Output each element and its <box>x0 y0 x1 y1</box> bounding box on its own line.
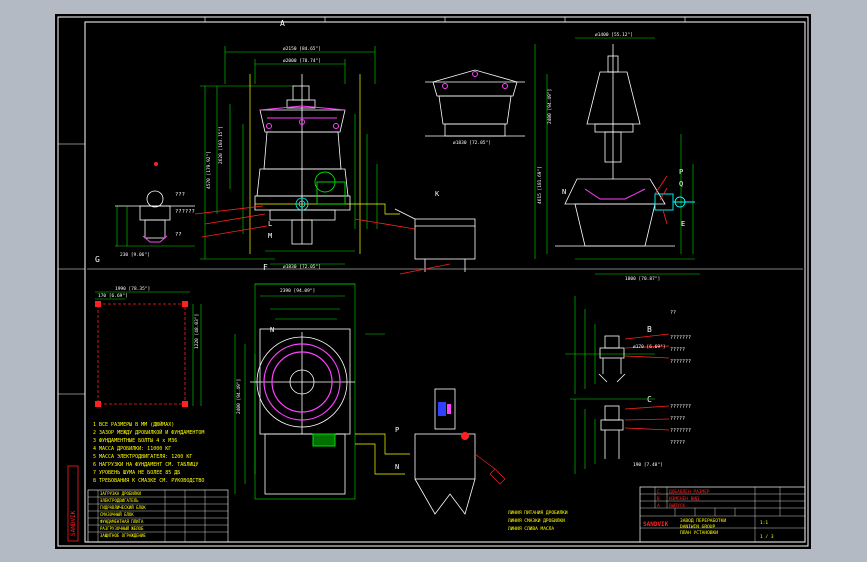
zone-letter-k: K <box>435 190 440 198</box>
dim-left-plan-small: 170 [6.69"] <box>98 293 128 299</box>
callout-q11: ??????? <box>670 428 691 434</box>
zone-letter-a: A <box>280 19 285 28</box>
foundation-plan-view: 1990 [78.35"] 170 [6.69"] 1220 [48.03"] <box>95 286 202 407</box>
parts-table: ЗАГРУЗКА ДРОБИЛКИ ЭЛЕКТРОДВИГАТЕЛЬ ГИДРА… <box>87 489 229 543</box>
zone-letter-m: M <box>268 232 272 240</box>
crusher-elevation-view: ø2150 [84.65"] ø2000 [78.74"] 4570 [179.… <box>175 46 416 270</box>
rev-1-id: C <box>657 489 660 495</box>
note-6: 6 НАГРУЗКИ НА ФУНДАМЕНТ СМ. ТАБЛИЦУ <box>93 462 198 468</box>
callout-q1: ??? <box>175 192 185 198</box>
general-notes: 1 ВСЕ РАЗМЕРЫ В ММ (ДЮЙМАХ) 2 ЗАЗОР МЕЖД… <box>93 421 204 484</box>
callout-q9: ??????? <box>670 404 691 410</box>
rev-3-text: ВЫПУСК <box>669 503 686 509</box>
table-row-2: ЭЛЕКТРОДВИГАТЕЛЬ <box>100 498 139 503</box>
note-4: 4 МАССА ДРОБИЛКИ: 11000 КГ <box>93 446 171 452</box>
detail-view-b: ?? ??????? ????? ??????? ø170 [6.69"] <box>565 296 691 394</box>
title-sheet-number: 1 / 3 <box>760 534 774 540</box>
zone-letter-e: E <box>681 220 685 228</box>
zone-ticks <box>58 17 686 395</box>
title-line-2: DANIWIN GROUP <box>680 524 716 530</box>
zone-letter-n2: N <box>270 326 274 334</box>
drawing-canvas: SANDVIK A B C G F K L M N P Q E N P N ø2… <box>57 16 809 547</box>
dim-height-mid: 2620 [103.15"] <box>218 126 224 164</box>
table-row-3: ГИДРАВЛИЧЕСКИЙ БЛОК <box>100 505 146 510</box>
callout-q7: ????? <box>670 347 685 353</box>
lube-unit-plan-view <box>414 388 506 515</box>
note-2: 2 ЗАЗОР МЕЖДУ ДРОБИЛКОЙ И ФУНДАМЕНТОМ <box>93 429 204 436</box>
dim-detail-c: 190 [7.48"] <box>633 462 663 468</box>
table-row-5: ФУНДАМЕНТНАЯ ПЛИТА <box>100 519 144 524</box>
dim-bottom-width: ø1830 [72.05"] <box>283 264 321 270</box>
dim-sidebar-small: 1220 [48.03"] <box>194 314 200 349</box>
zone-letter-l: L <box>268 220 272 228</box>
line-labels: ЛИНИЯ ПИТАНИЯ ДРОБИЛКИ ЛИНИЯ СМАЗКИ ДРОБ… <box>508 510 568 532</box>
dim-plan-width: 2390 [94.09"] <box>280 288 315 294</box>
zone-letter-f: F <box>263 263 268 272</box>
callout-q10: ????? <box>670 416 685 422</box>
dim-detail-b: ø170 [6.69"] <box>633 344 666 350</box>
rev-3-id: A <box>657 503 660 509</box>
callout-q2: ?????? <box>175 209 195 215</box>
cone-elevation-view: ø1400 [55.12"] 4615 [181.69"] 2400 [94.4… <box>534 32 700 282</box>
rev-1-text: ДОБАВЛЕН РАЗМЕР <box>669 489 710 495</box>
hydraulic-unit-view <box>394 208 476 275</box>
dim-top-width-1: ø2150 [84.65"] <box>283 46 321 52</box>
zone-letter-g: G <box>95 255 100 264</box>
line-label-3: ЛИНИЯ СЛИВА МАСЛА <box>508 526 554 532</box>
callout-q6: ??????? <box>670 335 691 341</box>
detail-view-c: ??????? ????? ??????? ????? 190 [7.48"] <box>570 398 691 474</box>
note-8: 8 ТРЕБОВАНИЯ К СМАЗКЕ СМ. РУКОВОДСТВО <box>93 478 204 484</box>
dim-plan-depth: 2400 [94.49"] <box>236 379 242 414</box>
line-label-1: ЛИНИЯ ПИТАНИЯ ДРОБИЛКИ <box>508 510 568 516</box>
crusher-plan-view: 2390 [94.09"] 2400 [94.49"] <box>234 283 410 500</box>
title-block: C ДОБАВЛЕН РАЗМЕР B ИЗМЕНЕН ВИД A ВЫПУСК… <box>639 486 806 543</box>
zone-letter-n3: N <box>395 463 399 471</box>
zone-letter-p2: P <box>395 426 399 434</box>
cad-viewport[interactable]: SANDVIK A B C G F K L M N P Q E N P N ø2… <box>0 0 867 562</box>
callout-q12: ????? <box>670 440 685 446</box>
stamp-text: SANDVIK <box>70 510 77 536</box>
dim-right-height-2: 2400 [94.49"] <box>547 89 553 124</box>
table-row-1: ЗАГРУЗКА ДРОБИЛКИ <box>100 491 142 496</box>
dim-left-small: 230 [9.06"] <box>120 252 150 258</box>
rev-2-text: ИЗМЕНЕН ВИД <box>669 496 699 502</box>
title-scale: 1:1 <box>760 520 768 526</box>
table-row-7: ЗАЩИТНОЕ ОГРАЖДЕНИЕ <box>100 533 146 538</box>
drawing-sheet[interactable]: SANDVIK A B C G F K L M N P Q E N P N ø2… <box>55 14 811 549</box>
note-1: 1 ВСЕ РАЗМЕРЫ В ММ (ДЮЙМАХ) <box>93 421 174 428</box>
dim-left-plan-width: 1990 [78.35"] <box>115 286 150 292</box>
line-label-2: ЛИНИЯ СМАЗКИ ДРОБИЛКИ <box>508 518 565 524</box>
rev-2-id: B <box>657 496 660 502</box>
table-row-6: РАЗГРУЗОЧНЫЙ ЖЕЛОБ <box>100 526 144 531</box>
callout-q5: ?? <box>670 310 676 316</box>
zone-letter-n: N <box>562 188 566 196</box>
table-row-4: СМАЗОЧНЫЙ БЛОК <box>100 512 134 517</box>
zone-letter-c: C <box>647 395 652 404</box>
note-3: 3 ФУНДАМЕНТНЫЕ БОЛТЫ 4 x M36 <box>93 438 177 444</box>
dim-height-total: 4570 [179.92"] <box>206 151 212 189</box>
callout-q3: ?? <box>175 232 182 238</box>
lube-marker <box>461 432 469 440</box>
callout-q8: ??????? <box>670 359 691 365</box>
title-logo: SANDVIK <box>643 521 669 528</box>
zone-letter-b: B <box>647 325 652 334</box>
dim-base-width: 1800 [70.87"] <box>625 276 660 282</box>
note-7: 7 УРОВЕНЬ ШУМА НЕ БОЛЕЕ 85 ДБ <box>93 470 180 476</box>
note-5: 5 МАССА ЭЛЕКТРОДВИГАТЕЛЯ: 1200 КГ <box>93 454 192 460</box>
title-line-1: ЗАВОД ПЕРЕРАБОТКИ <box>680 518 726 524</box>
dim-right-top: ø1400 [55.12"] <box>595 32 633 38</box>
crusher-head-detail: ø1830 [72.05"] <box>425 69 525 146</box>
title-line-3: ПЛАН УСТАНОВКИ <box>680 530 718 536</box>
section-marker-left <box>154 162 158 166</box>
dim-right-height: 4615 [181.69"] <box>537 166 543 204</box>
dim-top-width-2: ø2000 [78.74"] <box>283 58 321 64</box>
dim-head-width: ø1830 [72.05"] <box>453 140 491 146</box>
